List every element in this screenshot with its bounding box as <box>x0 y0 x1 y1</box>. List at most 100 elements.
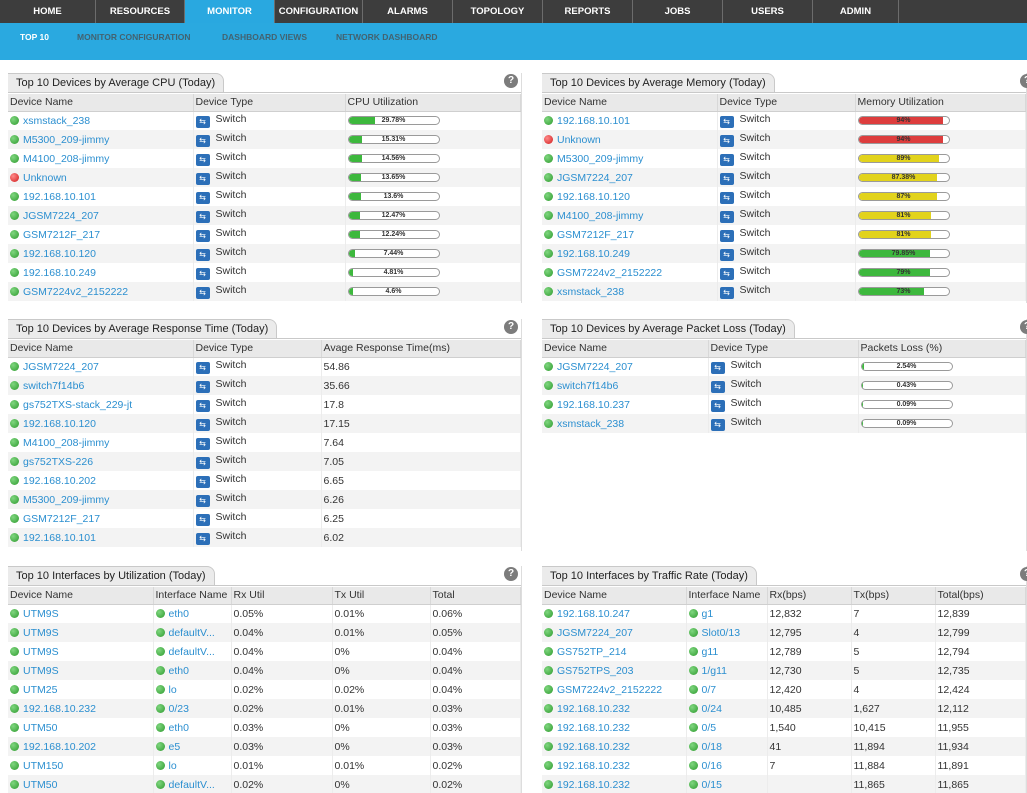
device-link[interactable]: 192.168.10.232 <box>557 760 630 772</box>
device-link[interactable]: M5300_209-jimmy <box>23 494 109 506</box>
column-header[interactable]: Device Type <box>708 340 859 358</box>
column-header[interactable]: CPU Utilization <box>345 94 521 112</box>
nav-tab-users[interactable]: USERS <box>723 0 813 23</box>
device-link[interactable]: 192.168.10.120 <box>557 191 630 203</box>
device-link[interactable]: UTM50 <box>23 779 57 791</box>
nav-tab-jobs[interactable]: JOBS <box>633 0 723 23</box>
interface-link[interactable]: defaultV... <box>169 646 215 658</box>
column-header[interactable]: Avage Response Time(ms) <box>321 340 521 358</box>
interface-link[interactable]: lo <box>169 760 177 772</box>
device-link[interactable]: 192.168.10.202 <box>23 475 96 487</box>
interface-link[interactable]: 1/g11 <box>702 665 728 677</box>
subtab-monitor-configuration[interactable]: MONITOR CONFIGURATION <box>77 23 190 51</box>
device-link[interactable]: gs752TXS-226 <box>23 456 93 468</box>
interface-link[interactable]: 0/5 <box>702 722 717 734</box>
device-link[interactable]: GSM7212F_217 <box>23 513 100 525</box>
device-link[interactable]: 192.168.10.249 <box>557 248 630 260</box>
column-header[interactable]: Rx Util <box>231 587 333 605</box>
interface-link[interactable]: g11 <box>702 646 719 658</box>
device-link[interactable]: Unknown <box>557 134 601 146</box>
help-icon[interactable]: ? <box>504 320 518 334</box>
device-link[interactable]: switch7f14b6 <box>23 380 84 392</box>
interface-link[interactable]: 0/16 <box>702 760 722 772</box>
device-link[interactable]: 192.168.10.232 <box>23 703 96 715</box>
device-link[interactable]: M4100_208-jimmy <box>23 437 109 449</box>
device-link[interactable]: GSM7212F_217 <box>23 229 100 241</box>
device-link[interactable]: xsmstack_238 <box>23 115 90 127</box>
device-link[interactable]: 192.168.10.101 <box>23 191 96 203</box>
device-link[interactable]: switch7f14b6 <box>557 380 618 392</box>
column-header[interactable]: Device Name <box>8 340 194 358</box>
column-header[interactable]: Interface Name <box>686 587 768 605</box>
device-link[interactable]: M4100_208-jimmy <box>23 153 109 165</box>
device-link[interactable]: M5300_209-jimmy <box>23 134 109 146</box>
device-link[interactable]: UTM150 <box>23 760 63 772</box>
interface-link[interactable]: 0/7 <box>702 684 717 696</box>
help-icon[interactable]: ? <box>1020 567 1027 581</box>
help-icon[interactable]: ? <box>504 567 518 581</box>
device-link[interactable]: M5300_209-jimmy <box>557 153 643 165</box>
device-link[interactable]: Unknown <box>23 172 67 184</box>
interface-link[interactable]: defaultV... <box>169 779 215 791</box>
device-link[interactable]: 192.168.10.237 <box>557 399 630 411</box>
nav-tab-topology[interactable]: TOPOLOGY <box>453 0 543 23</box>
device-link[interactable]: xsmstack_238 <box>557 418 624 430</box>
column-header[interactable]: Memory Utilization <box>855 94 1026 112</box>
interface-link[interactable]: eth0 <box>169 665 189 677</box>
column-header[interactable]: Tx Util <box>332 587 431 605</box>
nav-tab-resources[interactable]: RESOURCES <box>96 0 185 23</box>
column-header[interactable]: Device Name <box>8 587 154 605</box>
subtab-top10[interactable]: TOP 10 <box>20 23 49 51</box>
device-link[interactable]: GS752TP_214 <box>557 646 626 658</box>
device-link[interactable]: 192.168.10.249 <box>23 267 96 279</box>
device-link[interactable]: 192.168.10.202 <box>23 741 96 753</box>
column-header[interactable]: Device Type <box>717 94 856 112</box>
column-header[interactable]: Device Name <box>8 94 194 112</box>
column-header[interactable]: Device Name <box>542 587 687 605</box>
device-link[interactable]: JGSM7224_207 <box>557 172 633 184</box>
nav-tab-monitor[interactable]: MONITOR <box>185 0 275 23</box>
interface-link[interactable]: 0/23 <box>169 703 189 715</box>
column-header[interactable]: Device Type <box>193 340 322 358</box>
subtab-network-dashboard[interactable]: NETWORK DASHBOARD <box>336 23 438 51</box>
device-link[interactable]: 192.168.10.232 <box>557 741 630 753</box>
device-link[interactable]: JGSM7224_207 <box>23 361 99 373</box>
device-link[interactable]: JGSM7224_207 <box>557 627 633 639</box>
device-link[interactable]: GSM7212F_217 <box>557 229 634 241</box>
device-link[interactable]: 192.168.10.101 <box>557 115 630 127</box>
device-link[interactable]: UTM9S <box>23 627 59 639</box>
device-link[interactable]: gs752TXS-stack_229-jt <box>23 399 132 411</box>
column-header[interactable]: Device Name <box>542 94 718 112</box>
column-header[interactable]: Tx(bps) <box>851 587 936 605</box>
interface-link[interactable]: eth0 <box>169 608 189 620</box>
column-header[interactable]: Rx(bps) <box>767 587 852 605</box>
nav-tab-alarms[interactable]: ALARMS <box>363 0 453 23</box>
device-link[interactable]: GSM7224v2_2152222 <box>557 267 662 279</box>
nav-tab-admin[interactable]: ADMIN <box>813 0 899 23</box>
help-icon[interactable]: ? <box>1020 320 1027 334</box>
nav-tab-home[interactable]: HOME <box>0 0 96 23</box>
interface-link[interactable]: defaultV... <box>169 627 215 639</box>
help-icon[interactable]: ? <box>504 74 518 88</box>
device-link[interactable]: 192.168.10.232 <box>557 722 630 734</box>
column-header[interactable]: Interface Name <box>153 587 232 605</box>
device-link[interactable]: 192.168.10.232 <box>557 779 630 791</box>
device-link[interactable]: UTM50 <box>23 722 57 734</box>
device-link[interactable]: UTM9S <box>23 646 59 658</box>
device-link[interactable]: 192.168.10.101 <box>23 532 96 544</box>
device-link[interactable]: JGSM7224_207 <box>23 210 99 222</box>
device-link[interactable]: 192.168.10.120 <box>23 418 96 430</box>
interface-link[interactable]: 0/18 <box>702 741 722 753</box>
device-link[interactable]: 192.168.10.120 <box>23 248 96 260</box>
device-link[interactable]: JGSM7224_207 <box>557 361 633 373</box>
subtab-dashboard-views[interactable]: DASHBOARD VIEWS <box>222 23 307 51</box>
interface-link[interactable]: eth0 <box>169 722 189 734</box>
column-header[interactable]: Total(bps) <box>935 587 1026 605</box>
column-header[interactable]: Packets Loss (%) <box>858 340 1026 358</box>
interface-link[interactable]: 0/15 <box>702 779 722 791</box>
device-link[interactable]: UTM25 <box>23 684 57 696</box>
device-link[interactable]: GSM7224v2_2152222 <box>23 286 128 298</box>
interface-link[interactable]: lo <box>169 684 177 696</box>
column-header[interactable]: Total <box>430 587 521 605</box>
device-link[interactable]: GSM7224v2_2152222 <box>557 684 662 696</box>
